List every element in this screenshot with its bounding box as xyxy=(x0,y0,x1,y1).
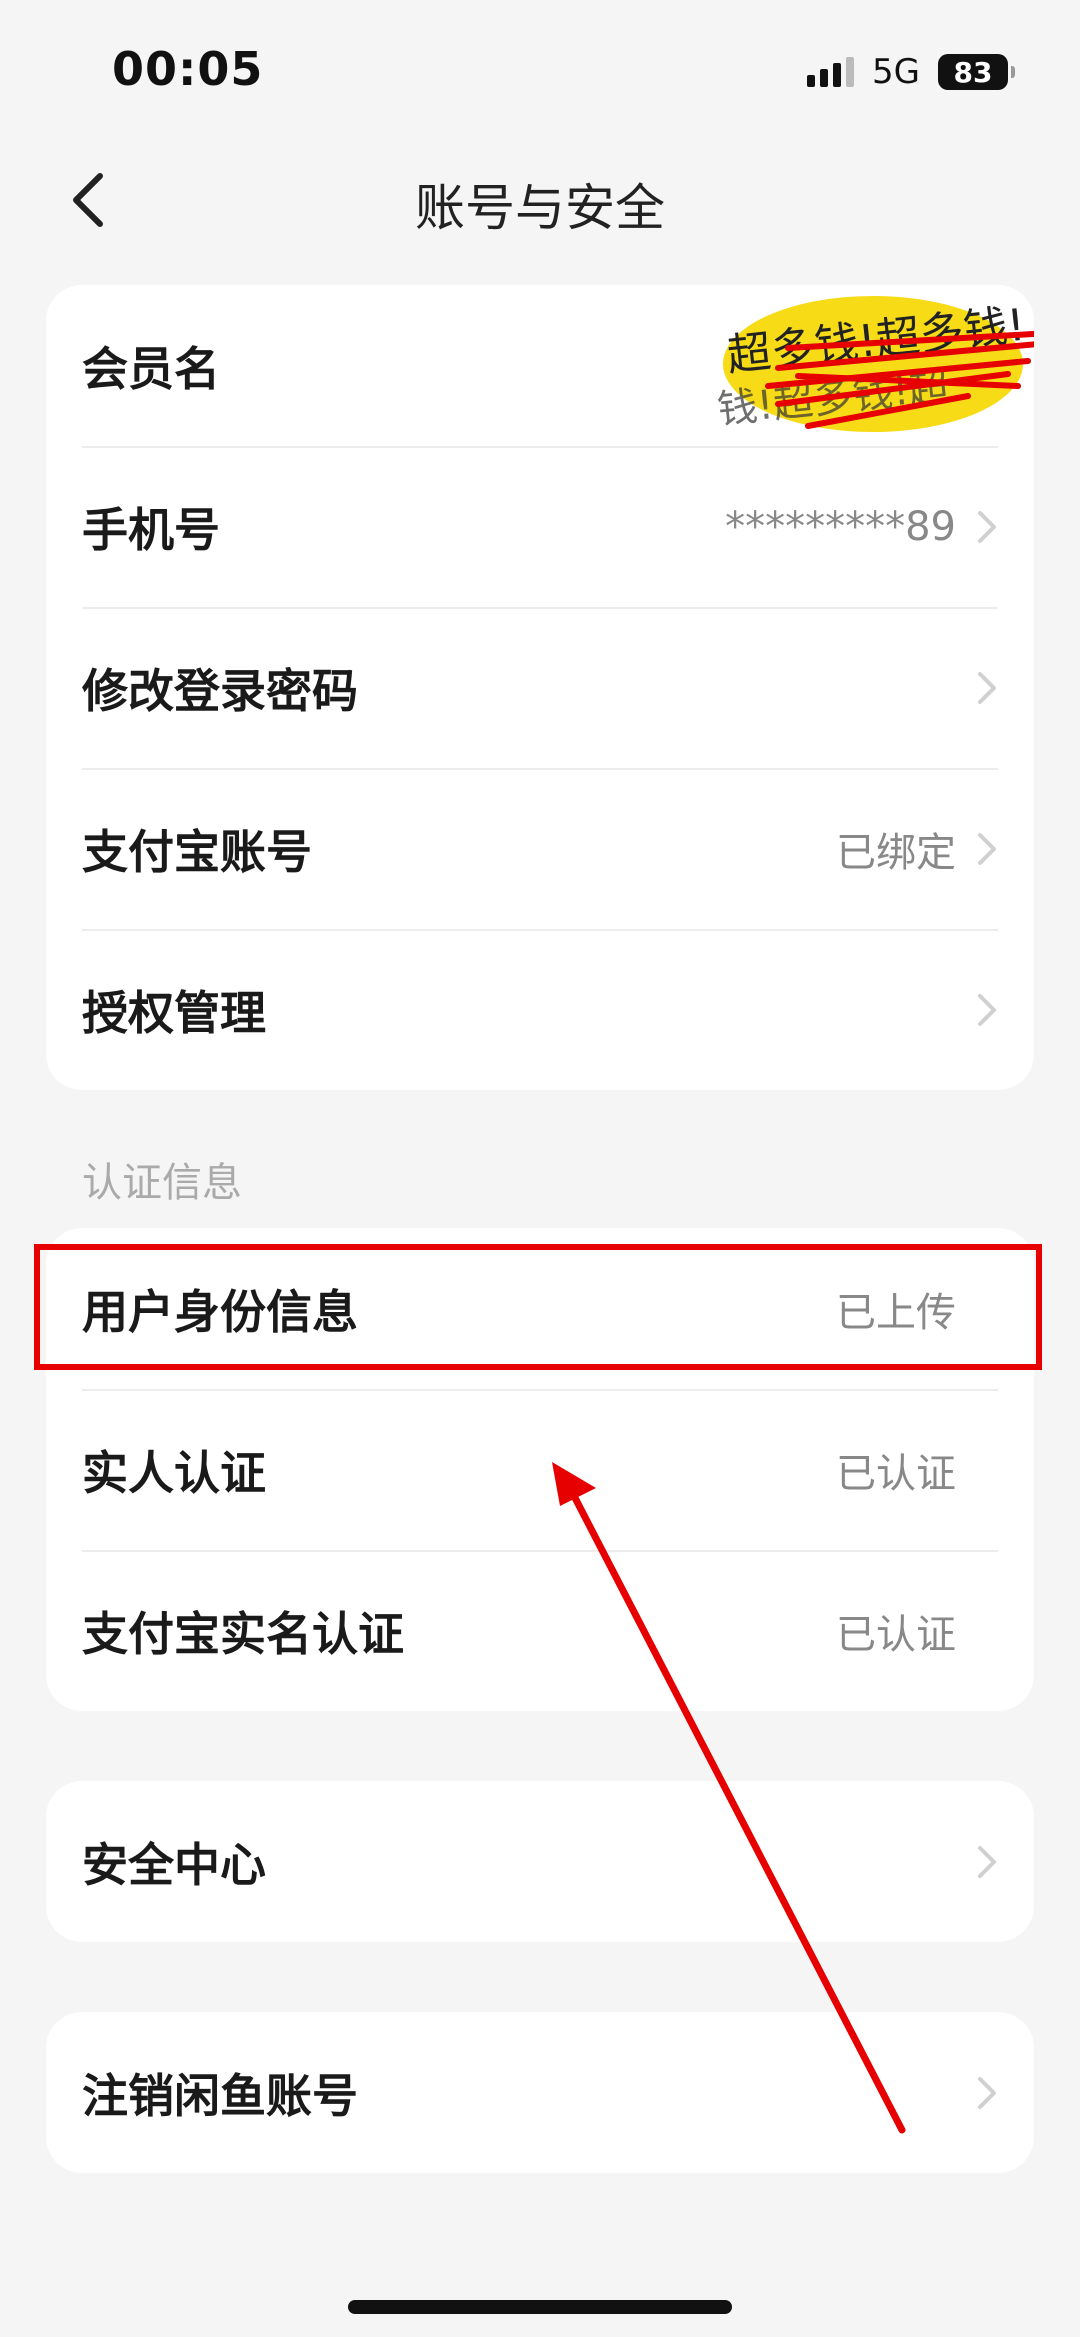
home-indicator xyxy=(348,2300,732,2314)
annotation-arrow xyxy=(552,1462,906,2134)
